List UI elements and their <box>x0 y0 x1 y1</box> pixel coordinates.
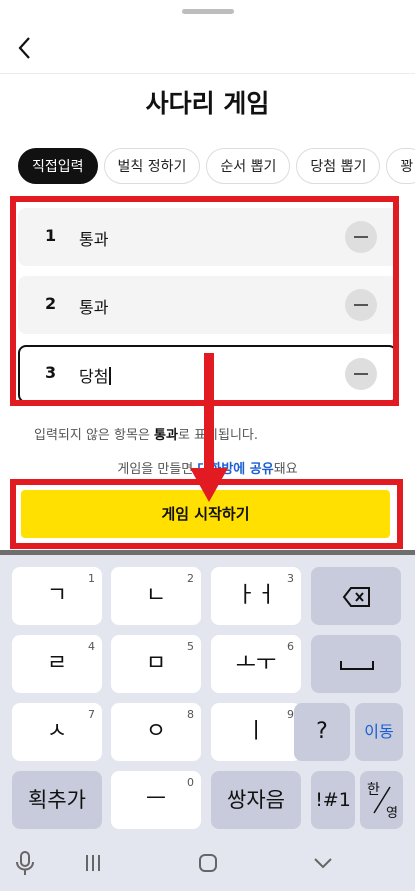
tab-penalty[interactable]: 벌칙 정하기 <box>103 148 201 184</box>
key-rieul[interactable]: ㄹ4 <box>12 635 102 693</box>
add-stroke-key[interactable]: 획추가 <box>12 771 102 829</box>
move-key[interactable]: 이동 <box>355 703 403 761</box>
double-consonant-key[interactable]: 쌍자음 <box>211 771 301 829</box>
tab-direct-input[interactable]: 직접입력 <box>18 148 98 184</box>
info-text: 입력되지 않은 항목은 통과로 표시됩니다. <box>34 428 258 443</box>
back-icon <box>18 37 30 59</box>
back-button[interactable] <box>14 34 38 62</box>
page-title: 사다리 게임 <box>145 89 270 118</box>
system-nav-bar <box>0 836 415 891</box>
key-nieun[interactable]: ㄴ2 <box>111 567 201 625</box>
tab-order[interactable]: 순서 뽑기 <box>206 148 291 184</box>
sheet-grabber[interactable] <box>182 9 234 14</box>
key-ieung[interactable]: ㅇ8 <box>111 703 201 761</box>
recent-apps-icon[interactable] <box>78 848 108 878</box>
language-toggle-key[interactable]: 한 영 <box>360 771 403 829</box>
home-icon[interactable] <box>193 848 223 878</box>
microphone-icon[interactable] <box>10 848 40 878</box>
symbols-key[interactable]: !#1 <box>311 771 355 829</box>
bottom-sheet: 사다리 게임 직접입력 벌칙 정하기 순서 뽑기 당첨 뽑기 꽝 1 통과 2 통과 3… <box>0 0 415 550</box>
question-key[interactable]: ? <box>294 703 350 761</box>
key-siot[interactable]: ㅅ7 <box>12 703 102 761</box>
key-i[interactable]: ㅣ9 <box>211 703 301 761</box>
key-a-eo[interactable]: ㅏㅓ 3 <box>211 567 301 625</box>
red-arrow <box>204 353 214 473</box>
key-o-u[interactable]: ㅗㅜ 6 <box>211 635 301 693</box>
red-arrow-head <box>190 468 228 502</box>
backspace-icon <box>342 587 370 607</box>
hide-keyboard-icon[interactable] <box>308 848 338 878</box>
backspace-key[interactable] <box>311 567 401 625</box>
key-giyeok[interactable]: ㄱ1 <box>12 567 102 625</box>
key-mieum[interactable]: ㅁ5 <box>111 635 201 693</box>
tab-blank[interactable]: 꽝 <box>386 148 415 184</box>
space-icon <box>340 661 374 670</box>
header-divider <box>0 73 415 74</box>
category-tabs: 직접입력 벌칙 정하기 순서 뽑기 당첨 뽑기 꽝 <box>18 148 415 188</box>
tab-winner[interactable]: 당첨 뽑기 <box>296 148 381 184</box>
space-key[interactable] <box>311 635 401 693</box>
key-eu[interactable]: ㅡ0 <box>111 771 201 829</box>
